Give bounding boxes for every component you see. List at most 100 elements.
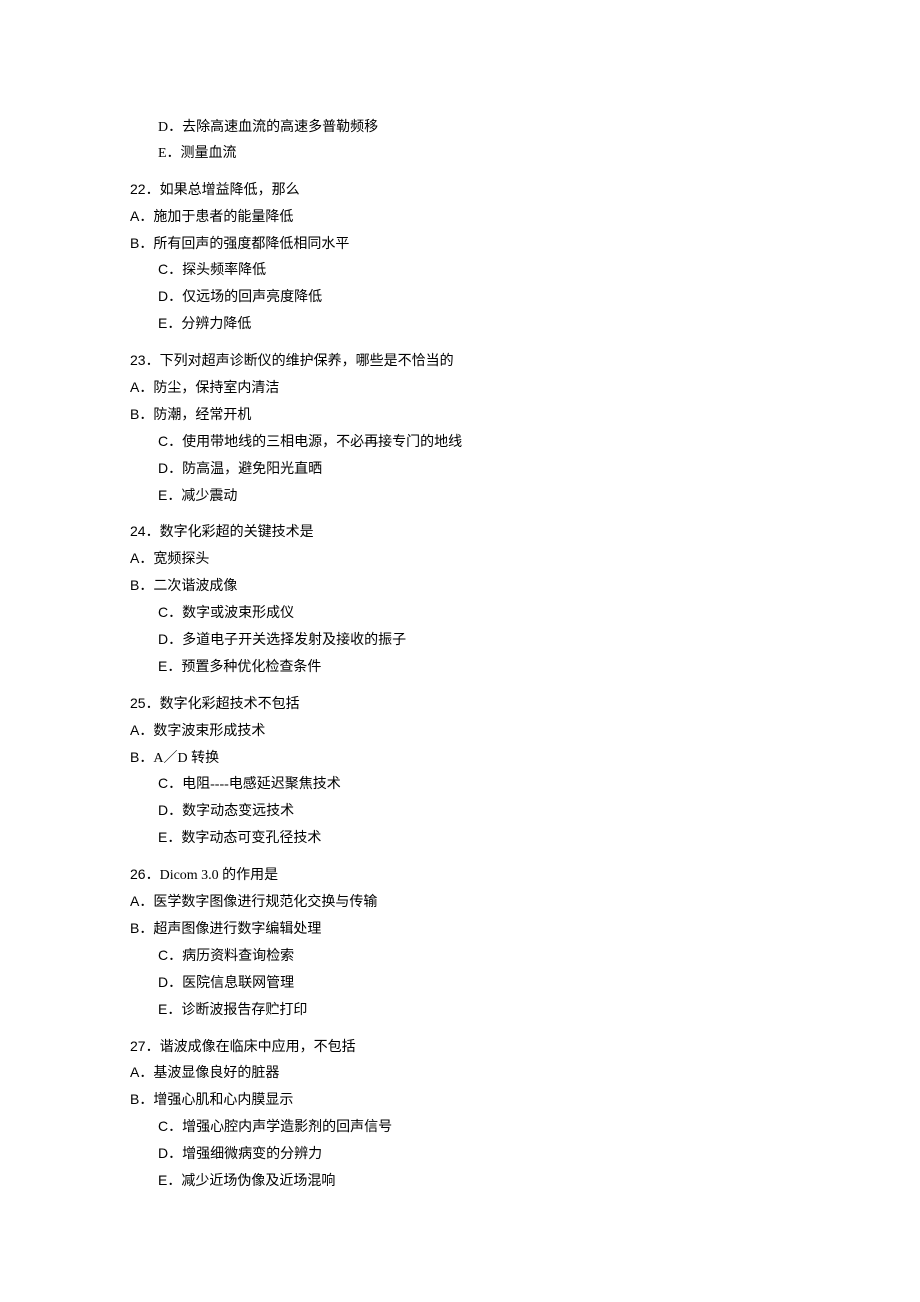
questions-container: 22．如果总增益降低，那么A．施加于患者的能量降低B．所有回声的强度都降低相同水…: [130, 177, 790, 1195]
option-a: A．施加于患者的能量降低: [130, 204, 790, 231]
option-text: 数字波束形成技术: [153, 724, 265, 739]
option-text: 多道电子开关选择发射及接收的振子: [182, 633, 406, 648]
question-stem-text: 数字化彩超的关键技术是: [160, 525, 314, 540]
option-text: 减少震动: [181, 489, 237, 504]
option-label: E．: [158, 829, 181, 845]
option-c: C．病历资料查询检索: [130, 943, 790, 970]
question-number: 22．: [130, 181, 160, 197]
option-text: 数字或波束形成仪: [182, 606, 294, 621]
option-label: C．: [158, 604, 182, 620]
question-stem: 25．数字化彩超技术不包括: [130, 691, 790, 718]
question-stem: 27．谐波成像在临床中应用，不包括: [130, 1034, 790, 1061]
question-stem: 22．如果总增益降低，那么: [130, 177, 790, 204]
question-number: 23．: [130, 352, 160, 368]
option-text: 增强心肌和心内膜显示: [153, 1093, 293, 1108]
option-a: A．数字波束形成技术: [130, 718, 790, 745]
question-stem: 23．下列对超声诊断仪的维护保养，哪些是不恰当的: [130, 348, 790, 375]
option-text: 医学数字图像进行规范化交换与传输: [153, 895, 377, 910]
option-label: C．: [158, 261, 182, 277]
question-stem-text: 谐波成像在临床中应用，不包括: [160, 1040, 356, 1055]
option-text: 超声图像进行数字编辑处理: [153, 922, 321, 937]
option-tail: 术: [327, 777, 341, 792]
option-e: E．减少震动: [130, 483, 790, 510]
option-a: A．防尘，保持室内清洁: [130, 375, 790, 402]
option-b: B．二次谐波成像: [130, 573, 790, 600]
option-d: D．防高温，避免阳光直晒: [130, 456, 790, 483]
option-e: E．诊断波报告存贮打印: [130, 997, 790, 1024]
option-label: B．: [130, 577, 153, 593]
question-24: 24．数字化彩超的关键技术是A．宽频探头B．二次谐波成像C．数字或波束形成仪D．…: [130, 519, 790, 680]
option-c: C．使用带地线的三相电源，不必再接专门的地线: [130, 429, 790, 456]
option-highlight: A．基波显像良好的脏器: [130, 1066, 279, 1081]
question-stem-text: 如果总增益降低，那么: [160, 183, 300, 198]
option-highlight: B．所有回声的强度都降低相同水平: [130, 237, 349, 252]
option-label: B．: [130, 920, 153, 936]
option-tail: 线: [448, 435, 462, 450]
option-a: A．医学数字图像进行规范化交换与传输: [130, 889, 790, 916]
option-label: A．: [130, 550, 153, 566]
question-stem-text: Dicom 3.0 的作用是: [160, 868, 279, 883]
option-text: A／D 转换: [153, 751, 219, 766]
option-d: D．数字动态变远技术: [130, 798, 790, 825]
option-label: D．: [158, 1145, 182, 1161]
option-label: E．: [158, 315, 181, 331]
option-a: A．宽频探头: [130, 546, 790, 573]
question-stem: 26．Dicom 3.0 的作用是: [130, 862, 790, 889]
option-text: 预置多种优化检查条件: [181, 660, 321, 675]
option-label: B．: [130, 749, 153, 765]
option-text: 宽频探头: [153, 552, 209, 567]
option-b: B．A／D 转换: [130, 745, 790, 772]
option-c: C．电阻----电感延迟聚焦技术: [130, 771, 790, 798]
option-label: A．: [130, 1064, 153, 1080]
option-text: 防尘，保持室内清洁: [153, 381, 279, 396]
option-d: D．仅远场的回声亮度降低: [130, 284, 790, 311]
option-text: 使用带地线的三相电源，不必再接专门的地: [182, 435, 448, 450]
option-label: C．: [158, 1118, 182, 1134]
option-b: B．防潮，经常开机: [130, 402, 790, 429]
question-number: 26．: [130, 866, 160, 882]
option-e: E．分辨力降低: [130, 311, 790, 338]
option-d: D．医院信息联网管理: [130, 970, 790, 997]
option-text: 增强细微病变的分辨力: [182, 1147, 322, 1162]
question-stem-text: 数字化彩超技术不包括: [160, 697, 300, 712]
option-text: 分辨力降低: [181, 317, 251, 332]
option-e: E．预置多种优化检查条件: [130, 654, 790, 681]
option-text: 减少近场伪像及近场混响: [181, 1174, 335, 1189]
option-d: D．多道电子开关选择发射及接收的振子: [130, 627, 790, 654]
option-highlight: C．使用带地线的三相电源，不必再接专门的地: [158, 435, 448, 450]
option-text: 诊断波报告存贮打印: [181, 1003, 307, 1018]
option-c: C．增强心腔内声学造影剂的回声信号: [130, 1114, 790, 1141]
option-label: D．: [158, 802, 182, 818]
question-27: 27．谐波成像在临床中应用，不包括A．基波显像良好的脏器B．增强心肌和心内膜显示…: [130, 1034, 790, 1195]
option-label: E．: [158, 658, 181, 674]
option-label: A．: [130, 208, 153, 224]
option-text: 仅远场的回声亮度降低: [182, 290, 322, 305]
option-highlight: A．医学数字图像进行规范化交换与传输: [130, 895, 377, 910]
question-stem: 24．数字化彩超的关键技术是: [130, 519, 790, 546]
option-label: B．: [130, 235, 153, 251]
question-number: 24．: [130, 523, 160, 539]
option-label: D．: [158, 288, 182, 304]
question-26: 26．Dicom 3.0 的作用是A．医学数字图像进行规范化交换与传输B．超声图…: [130, 862, 790, 1023]
option-c: C．探头频率降低: [130, 257, 790, 284]
option-label: C．: [158, 775, 182, 791]
option-text: 电阻----电感延迟聚焦技: [182, 777, 327, 792]
option-text: 探头频率降低: [182, 263, 266, 278]
option-a: A．基波显像良好的脏器: [130, 1060, 790, 1087]
option-e: E．数字动态可变孔径技术: [130, 825, 790, 852]
option-text: 增强心腔内声学造影剂的回声信号: [182, 1120, 392, 1135]
option-d: D．增强细微病变的分辨力: [130, 1141, 790, 1168]
option-highlight: C．数字或波束形成仪: [158, 606, 294, 621]
question-stem-text: 下列对超声诊断仪的维护保养，哪些是不恰当的: [160, 354, 454, 369]
option-text: 病历资料查询检索: [182, 949, 294, 964]
option-label: A．: [130, 893, 153, 909]
question-number: 25．: [130, 695, 160, 711]
option-e: E．测量血流: [130, 141, 790, 167]
option-text: 施加于患者的能量降低: [153, 210, 293, 225]
option-text: 所有回声的强度都降低相同水平: [153, 237, 349, 252]
option-text: 防潮，经常开机: [153, 408, 251, 423]
option-label: A．: [130, 379, 153, 395]
option-text: 数字动态可变孔径技术: [181, 831, 321, 846]
question-23: 23．下列对超声诊断仪的维护保养，哪些是不恰当的A．防尘，保持室内清洁B．防潮，…: [130, 348, 790, 509]
option-text: 二次谐波成像: [153, 579, 237, 594]
